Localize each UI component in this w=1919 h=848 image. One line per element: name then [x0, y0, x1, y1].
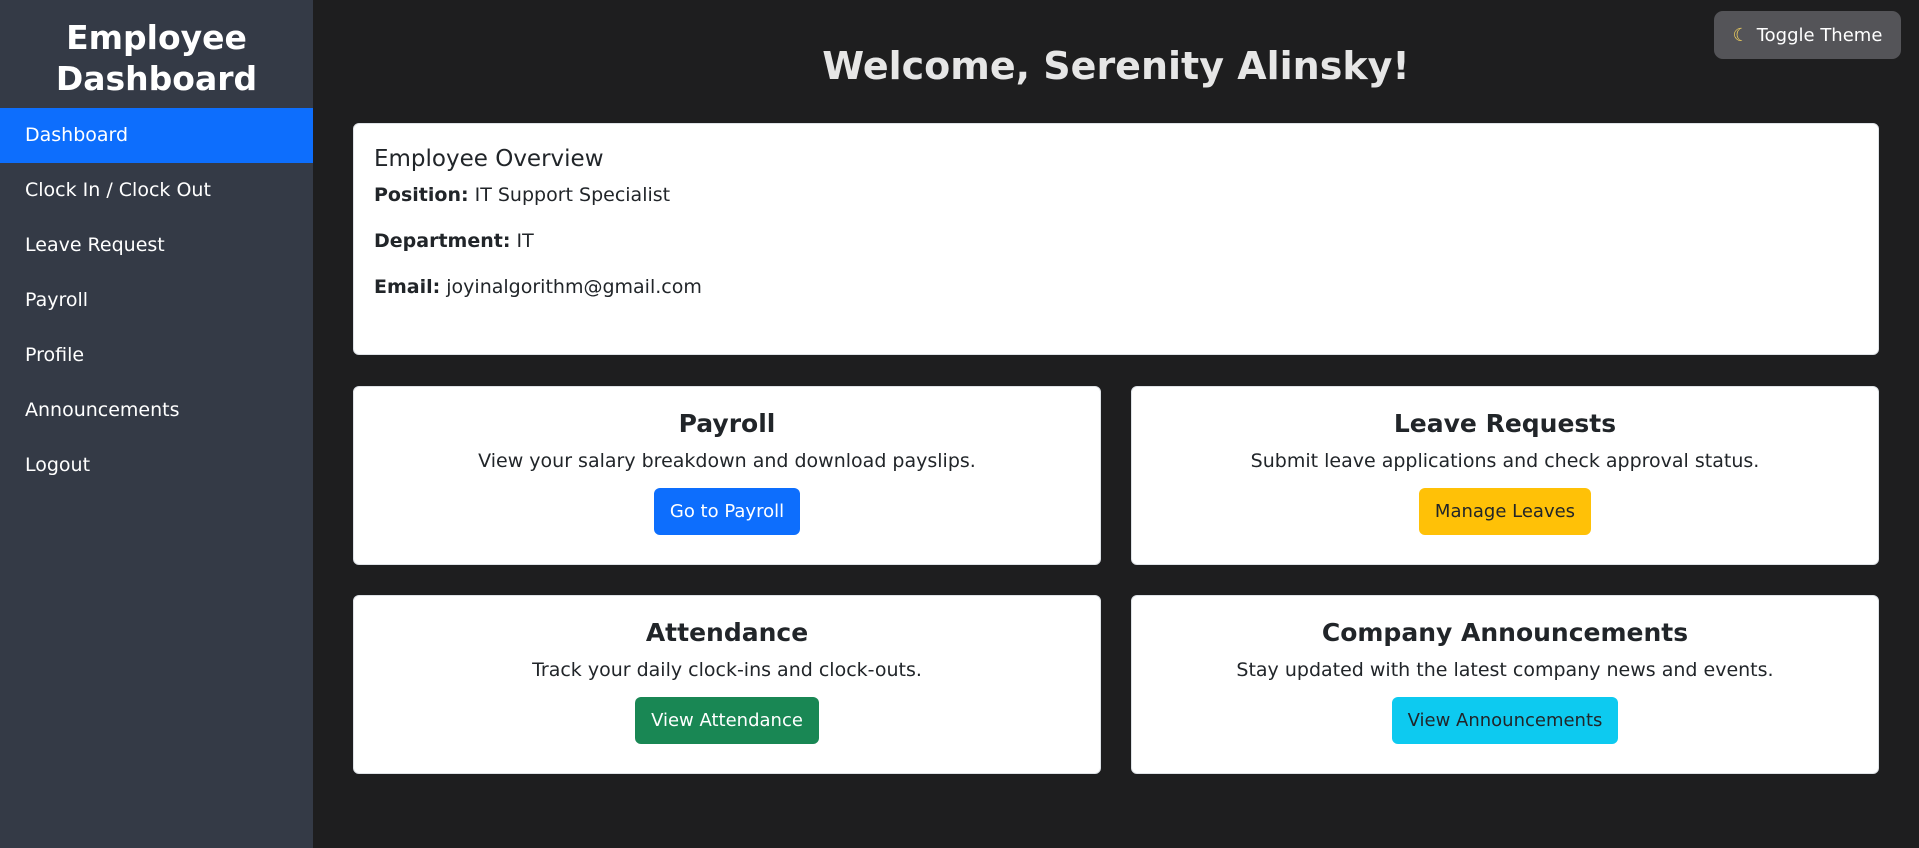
- department-value: IT: [516, 230, 534, 252]
- employee-overview-card: Employee Overview Position: IT Support S…: [353, 123, 1879, 355]
- sidebar-item-logout[interactable]: Logout: [0, 438, 313, 493]
- sidebar-item-profile[interactable]: Profile: [0, 328, 313, 383]
- brand-title: Employee Dashboard: [55, 18, 258, 98]
- attendance-card-title: Attendance: [645, 618, 809, 647]
- sidebar-item-dashboard[interactable]: Dashboard: [0, 108, 313, 163]
- sidebar-nav: Dashboard Clock In / Clock Out Leave Req…: [0, 108, 313, 493]
- leave-requests-card: Leave Requests Submit leave applications…: [1131, 386, 1879, 565]
- sidebar-item-leave-request[interactable]: Leave Request: [0, 218, 313, 273]
- view-announcements-button[interactable]: View Announcements: [1391, 697, 1619, 744]
- go-to-payroll-button[interactable]: Go to Payroll: [653, 488, 801, 535]
- sidebar-item-clock-in-out[interactable]: Clock In / Clock Out: [0, 163, 313, 218]
- page-title: Welcome, Serenity Alinsky!: [822, 44, 1410, 88]
- sidebar-brand: Employee Dashboard: [0, 0, 313, 108]
- payroll-card-description: View your salary breakdown and download …: [478, 450, 976, 472]
- attendance-card-description: Track your daily clock-ins and clock-out…: [532, 659, 922, 681]
- department-label: Department:: [374, 230, 511, 252]
- leave-card-title: Leave Requests: [1393, 409, 1617, 438]
- view-attendance-button[interactable]: View Attendance: [635, 697, 819, 744]
- toggle-theme-label: Toggle Theme: [1756, 24, 1883, 46]
- payroll-card-title: Payroll: [678, 409, 776, 438]
- email-label: Email:: [374, 276, 441, 298]
- announcements-card: Company Announcements Stay updated with …: [1131, 595, 1879, 774]
- email-value: joyinalgorithm@gmail.com: [446, 276, 702, 298]
- manage-leaves-button[interactable]: Manage Leaves: [1418, 488, 1592, 535]
- email-row: Email: joyinalgorithm@gmail.com: [374, 276, 1858, 298]
- announcements-card-title: Company Announcements: [1321, 618, 1689, 647]
- overview-title: Employee Overview: [374, 146, 604, 172]
- sidebar: Employee Dashboard Dashboard Clock In / …: [0, 0, 313, 848]
- announcements-card-description: Stay updated with the latest company new…: [1236, 659, 1774, 681]
- position-label: Position:: [374, 184, 469, 206]
- sidebar-item-announcements[interactable]: Announcements: [0, 383, 313, 438]
- moon-icon: ☾: [1732, 24, 1749, 46]
- leave-card-description: Submit leave applications and check appr…: [1250, 450, 1760, 472]
- main-content: ☾ Toggle Theme Welcome, Serenity Alinsky…: [313, 0, 1919, 848]
- department-row: Department: IT: [374, 230, 1858, 252]
- position-row: Position: IT Support Specialist: [374, 184, 1858, 206]
- sidebar-item-payroll[interactable]: Payroll: [0, 273, 313, 328]
- position-value: IT Support Specialist: [474, 184, 671, 206]
- payroll-card: Payroll View your salary breakdown and d…: [353, 386, 1101, 565]
- attendance-card: Attendance Track your daily clock-ins an…: [353, 595, 1101, 774]
